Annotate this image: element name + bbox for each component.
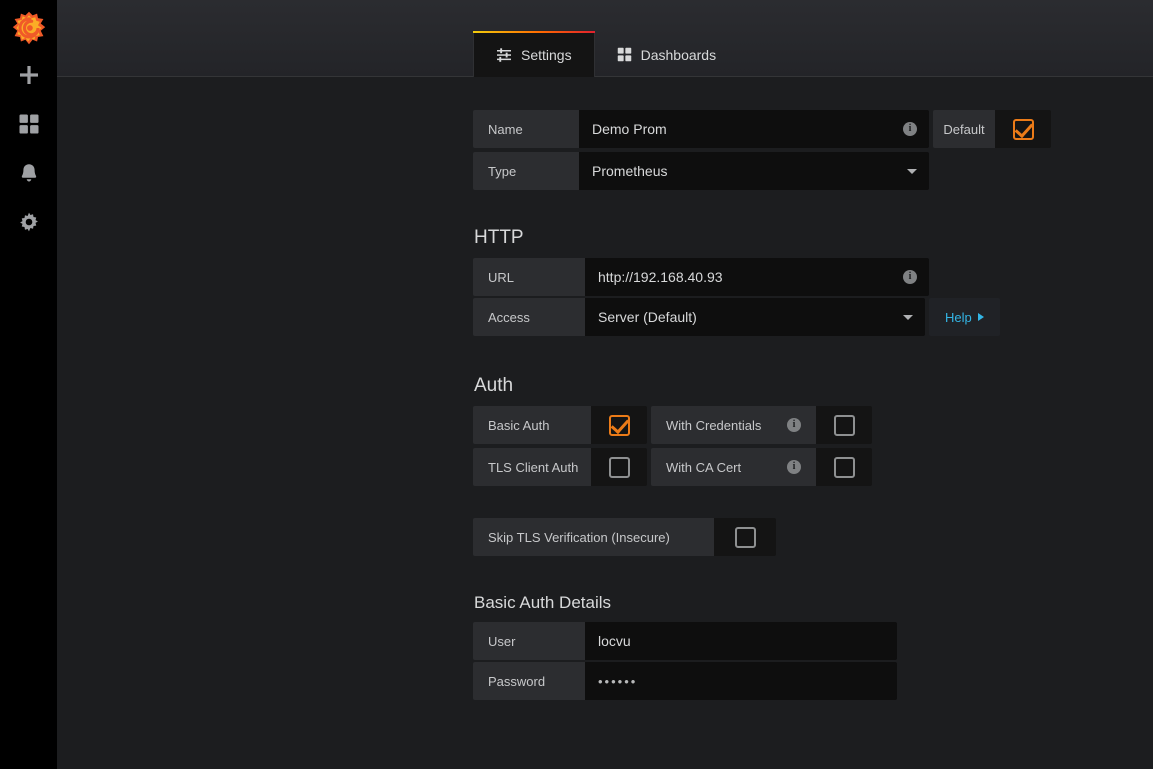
password-label: Password bbox=[473, 662, 585, 700]
tls-client-auth-label: TLS Client Auth bbox=[473, 448, 591, 486]
auth-row-2: TLS Client Auth With CA Cert i bbox=[473, 448, 1113, 488]
tab-dashboards-label: Dashboards bbox=[640, 46, 717, 63]
name-input[interactable]: Demo Prom i bbox=[579, 110, 929, 148]
skip-tls-row: Skip TLS Verification (Insecure) bbox=[473, 518, 1113, 556]
url-input[interactable]: http://192.168.40.93 i bbox=[585, 258, 929, 296]
basic-auth-details-title: Basic Auth Details bbox=[474, 593, 612, 612]
chevron-right-icon bbox=[977, 313, 984, 321]
sidebar bbox=[0, 0, 57, 769]
info-icon[interactable]: i bbox=[787, 418, 801, 432]
url-label: URL bbox=[473, 258, 585, 296]
skip-tls-checkbox-cell[interactable] bbox=[714, 518, 776, 556]
type-value: Prometheus bbox=[592, 163, 668, 179]
with-credentials-label-cell: With Credentials i bbox=[651, 406, 816, 444]
help-button[interactable]: Help bbox=[929, 298, 1000, 336]
tab-bar: Settings Dashboards bbox=[473, 31, 738, 78]
access-label: Access bbox=[473, 298, 585, 336]
grid-icon bbox=[617, 47, 632, 62]
access-select[interactable]: Server (Default) bbox=[585, 298, 925, 336]
name-value: Demo Prom bbox=[592, 121, 667, 137]
with-ca-cert-group: With CA Cert i bbox=[651, 448, 872, 486]
sidebar-item-alerting[interactable] bbox=[0, 148, 57, 197]
tab-settings-label: Settings bbox=[521, 46, 572, 63]
settings-content: Name Demo Prom i Default Type Prometheus bbox=[57, 77, 1153, 769]
with-credentials-checkbox[interactable] bbox=[833, 414, 855, 436]
user-label: User bbox=[473, 622, 585, 660]
default-label: Default bbox=[933, 110, 995, 148]
with-credentials-checkbox-cell[interactable] bbox=[816, 406, 872, 444]
chevron-down-icon bbox=[903, 314, 913, 320]
user-row: User locvu bbox=[473, 622, 1113, 660]
basic-auth-checkbox[interactable] bbox=[608, 414, 630, 436]
sidebar-item-configuration[interactable] bbox=[0, 197, 57, 246]
url-row: URL http://192.168.40.93 i bbox=[473, 258, 1113, 296]
user-input[interactable]: locvu bbox=[585, 622, 897, 660]
tls-client-auth-group: TLS Client Auth bbox=[473, 448, 647, 486]
http-section-title: HTTP bbox=[474, 227, 524, 248]
default-checkbox-cell[interactable] bbox=[995, 110, 1051, 148]
basic-auth-group: Basic Auth bbox=[473, 406, 647, 444]
with-credentials-group: With Credentials i bbox=[651, 406, 872, 444]
default-checkbox[interactable] bbox=[1012, 118, 1034, 140]
auth-section-title: Auth bbox=[474, 375, 514, 396]
sidebar-item-create[interactable] bbox=[0, 50, 57, 99]
help-button-label: Help bbox=[945, 309, 972, 325]
type-row: Type Prometheus bbox=[473, 152, 1113, 190]
name-row: Name Demo Prom i Default bbox=[473, 110, 1113, 150]
sidebar-item-dashboards[interactable] bbox=[0, 99, 57, 148]
with-ca-cert-checkbox-cell[interactable] bbox=[816, 448, 872, 486]
info-icon[interactable]: i bbox=[903, 270, 917, 284]
grafana-logo-icon[interactable] bbox=[7, 6, 51, 50]
default-toggle-group: Default bbox=[933, 110, 1051, 148]
password-input[interactable]: •••••• bbox=[585, 662, 897, 700]
basic-auth-label: Basic Auth bbox=[473, 406, 591, 444]
info-icon[interactable]: i bbox=[787, 460, 801, 474]
type-label: Type bbox=[473, 152, 579, 190]
skip-tls-checkbox[interactable] bbox=[734, 526, 756, 548]
datasource-settings-form: Name Demo Prom i Default Type Prometheus bbox=[473, 77, 1113, 702]
basic-auth-checkbox-cell[interactable] bbox=[591, 406, 647, 444]
access-row: Access Server (Default) Help bbox=[473, 298, 1113, 338]
sliders-icon bbox=[496, 47, 512, 63]
user-value: locvu bbox=[598, 633, 631, 649]
auth-row-1: Basic Auth With Credentials i bbox=[473, 406, 1113, 446]
access-field-group: Access Server (Default) bbox=[473, 298, 925, 336]
tls-client-auth-checkbox[interactable] bbox=[608, 456, 630, 478]
skip-tls-label: Skip TLS Verification (Insecure) bbox=[473, 518, 714, 556]
info-icon[interactable]: i bbox=[903, 122, 917, 136]
chevron-down-icon bbox=[907, 168, 917, 174]
url-value: http://192.168.40.93 bbox=[598, 269, 723, 285]
tab-dashboards[interactable]: Dashboards bbox=[595, 31, 739, 78]
with-ca-cert-label-cell: With CA Cert i bbox=[651, 448, 816, 486]
with-credentials-label: With Credentials bbox=[666, 417, 762, 433]
tab-settings[interactable]: Settings bbox=[473, 31, 595, 78]
type-select[interactable]: Prometheus bbox=[579, 152, 929, 190]
password-row: Password •••••• bbox=[473, 662, 1113, 700]
with-ca-cert-checkbox[interactable] bbox=[833, 456, 855, 478]
name-field-group: Name Demo Prom i bbox=[473, 110, 929, 148]
name-label: Name bbox=[473, 110, 579, 148]
with-ca-cert-label: With CA Cert bbox=[666, 459, 742, 475]
tls-client-auth-checkbox-cell[interactable] bbox=[591, 448, 647, 486]
access-value: Server (Default) bbox=[598, 309, 697, 325]
password-value: •••••• bbox=[598, 673, 638, 689]
